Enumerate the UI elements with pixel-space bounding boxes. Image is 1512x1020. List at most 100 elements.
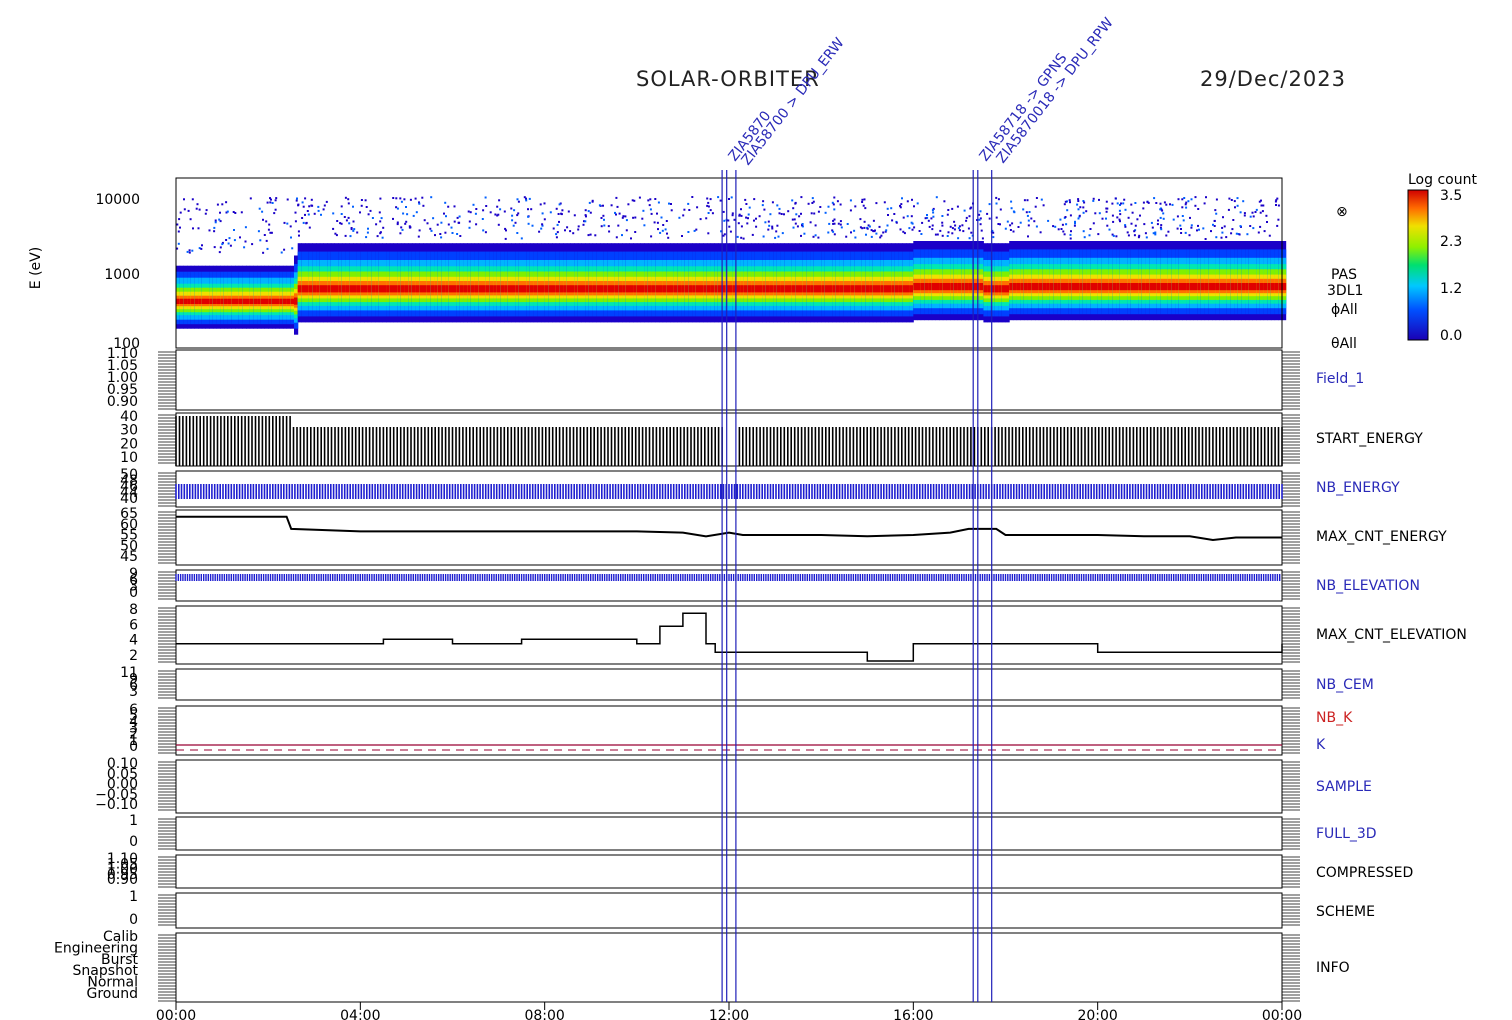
spectrogram-cell — [1094, 283, 1099, 291]
spectrogram-count — [379, 220, 382, 223]
spectrogram-cell — [961, 283, 966, 291]
spectrogram-count — [632, 216, 635, 219]
spectrogram-count — [1069, 214, 1072, 217]
spectrogram-count — [412, 214, 415, 217]
stacked-panels: 1.101.051.000.950.90Field_140302010START… — [54, 346, 1467, 1003]
spectrogram-count — [395, 197, 398, 200]
spectrogram-count — [1060, 228, 1063, 230]
spectrogram-count — [731, 212, 734, 215]
spectrogram-cell — [216, 298, 221, 304]
spectrogram-count — [744, 198, 747, 201]
spectrogram-count — [956, 205, 959, 208]
spectrogram-cell — [979, 283, 984, 291]
spectrogram-cell — [257, 298, 262, 304]
nb-energy-series — [175, 484, 1283, 499]
spectrogram-cell — [666, 285, 671, 293]
spectrogram-count — [642, 209, 645, 212]
spectrogram-count — [261, 210, 264, 213]
spectrogram-ylabel: E (eV) — [28, 247, 44, 289]
spectrogram-cell — [1178, 283, 1183, 291]
panel-label: START_ENERGY — [1316, 431, 1423, 447]
spectrogram-count — [1026, 214, 1029, 217]
spectrogram-count — [1136, 218, 1139, 221]
spectrogram-count — [737, 222, 740, 225]
panel-max-cnt-elevation: 8642 MAX_CNT_ELEVATION — [129, 602, 1467, 665]
spectrogram-count — [827, 205, 830, 208]
spectrogram-count — [1068, 199, 1071, 202]
panel-ytick: 2 — [129, 648, 138, 664]
spectrogram-count — [516, 232, 519, 234]
spectrogram-count — [257, 230, 260, 233]
spectrogram-count — [310, 204, 313, 207]
spectrogram-count — [1180, 228, 1182, 230]
spectrogram-count — [1012, 230, 1015, 233]
spectrogram-count — [791, 199, 794, 202]
spectrogram-count — [188, 249, 191, 252]
spectrogram-cell — [552, 285, 557, 293]
spectrogram-count — [1276, 224, 1279, 227]
spectrogram-count — [219, 246, 222, 249]
spectrogram-count — [409, 226, 412, 229]
spectrogram-count — [763, 208, 766, 211]
spectrogram-count — [1268, 234, 1271, 237]
figure: SOLAR-ORBITER 29/Dec/2023 Log count 3.5 … — [28, 15, 1477, 1020]
spectrogram-cell — [1156, 283, 1161, 291]
spectrogram-count — [1157, 219, 1159, 222]
spectrogram-count — [447, 223, 450, 226]
spectrogram-count — [924, 217, 927, 220]
panel-ytick: 0.90 — [107, 872, 138, 888]
spectrogram-count — [269, 197, 271, 200]
spectrogram-count — [965, 216, 968, 219]
spectrogram-count — [602, 214, 605, 217]
spectrogram-count — [746, 222, 749, 225]
spectrogram-count — [243, 246, 246, 249]
spectrogram-count — [650, 235, 653, 238]
spectrogram-count — [414, 197, 417, 200]
spectrogram-count — [970, 231, 973, 234]
spectrogram-cell — [983, 285, 988, 293]
spectrogram-count — [1134, 224, 1137, 227]
spectrogram-count — [706, 204, 709, 207]
spectrogram-count — [968, 215, 971, 218]
spectrogram-count — [219, 211, 221, 214]
spectrogram-count — [325, 200, 328, 203]
spectrogram-count — [755, 217, 757, 220]
spectrogram-cell — [647, 285, 653, 293]
spectrogram-count — [774, 236, 777, 239]
spectrogram-count — [740, 208, 742, 211]
spectrogram-cell — [740, 285, 745, 293]
spectrogram-cell — [835, 285, 841, 293]
spectrogram-count — [965, 219, 968, 222]
spectrogram-count — [624, 215, 627, 218]
spectrogram-cell — [1182, 283, 1187, 291]
spectrogram-count — [1042, 204, 1045, 207]
spectrogram-count — [707, 212, 710, 214]
spectrogram-count — [647, 199, 650, 202]
spectrogram-count — [381, 236, 384, 239]
spectrogram-count — [422, 204, 425, 207]
spectrogram-count — [258, 207, 261, 210]
spectrogram-cell — [1035, 283, 1040, 291]
spectrogram-cell — [371, 285, 376, 293]
spectrogram-count — [1230, 199, 1233, 201]
spectrogram-cell — [423, 285, 428, 293]
spectrogram-count — [781, 232, 784, 235]
spectrogram-image — [176, 196, 1287, 335]
spectrogram-cell — [1256, 283, 1261, 291]
spectrogram-count — [824, 211, 827, 214]
spectrogram-count — [1232, 219, 1235, 221]
spectrogram-count — [1073, 224, 1076, 227]
spectrogram-count — [953, 220, 956, 223]
spectrogram-cell — [467, 285, 472, 293]
spectrogram-count — [423, 219, 426, 222]
spectrogram-count — [840, 226, 843, 229]
max-cnt-energy-line — [176, 515, 1282, 542]
spectrogram-count — [1202, 227, 1205, 230]
spectrogram-cell — [883, 285, 888, 293]
spectrogram-count — [1162, 217, 1165, 220]
spectrogram-cell — [706, 285, 712, 293]
spectrogram-count — [723, 233, 726, 236]
spectrogram-cell — [1141, 283, 1147, 291]
spectrogram-count — [587, 234, 590, 237]
spectrogram-cell — [898, 285, 903, 293]
